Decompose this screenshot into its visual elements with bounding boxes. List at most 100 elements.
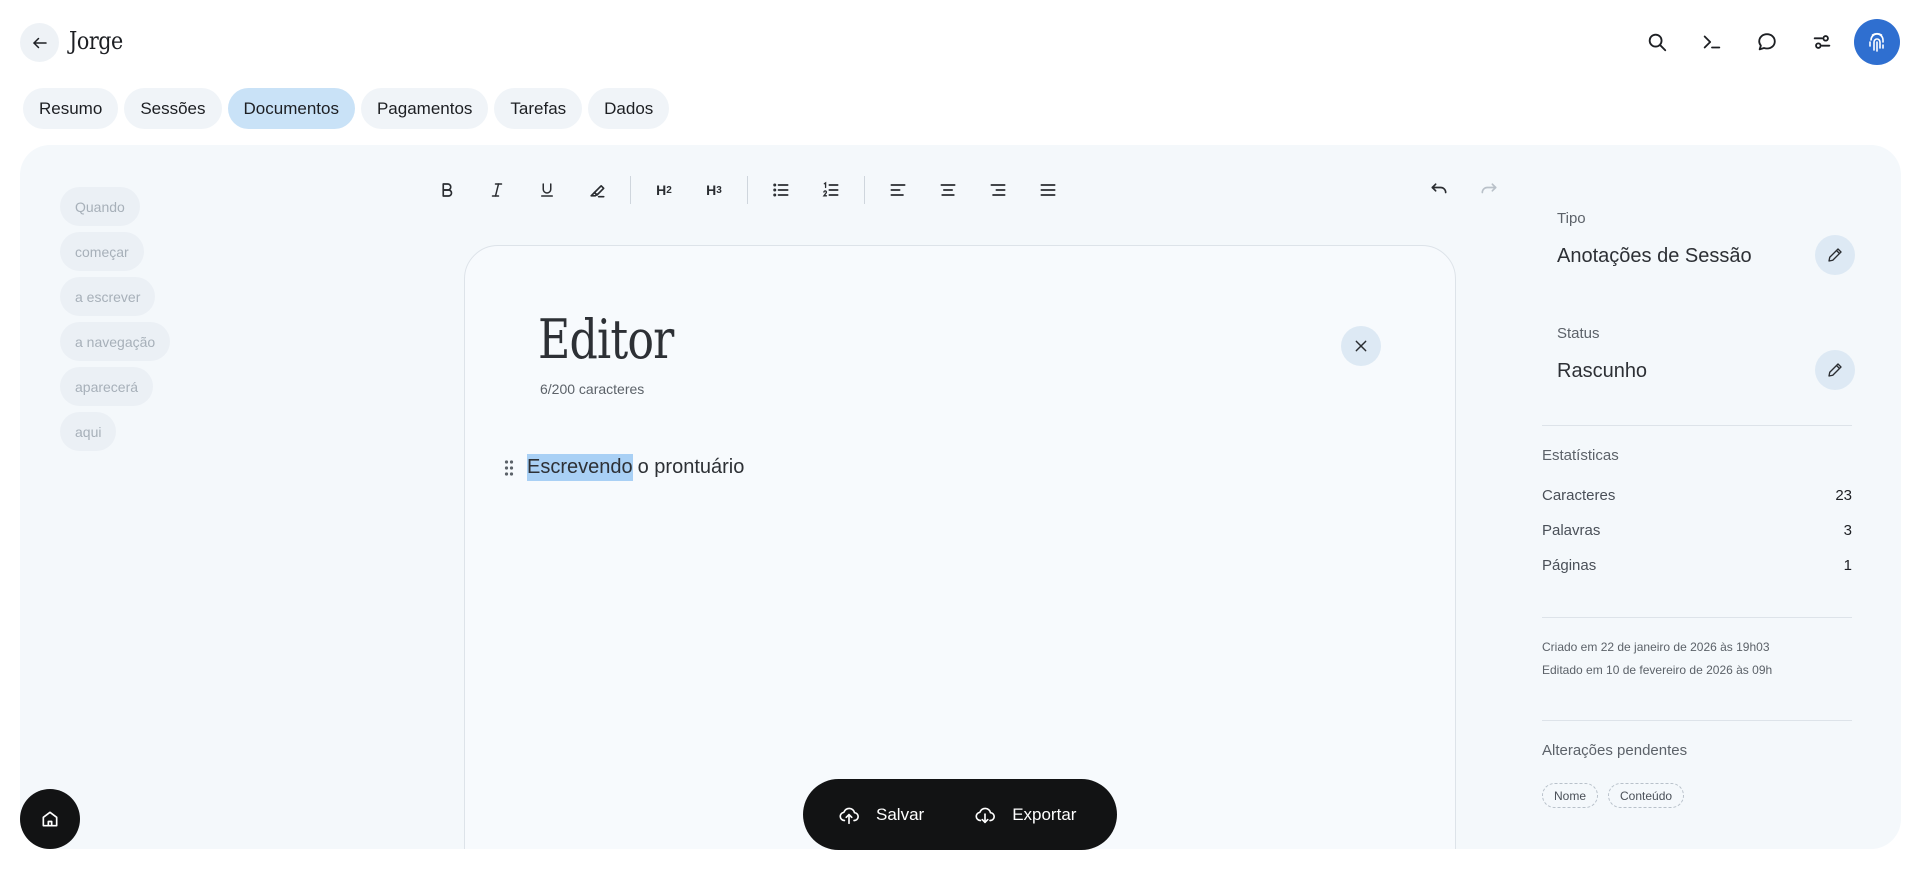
bullet-list-button[interactable] xyxy=(758,167,804,213)
bold-icon xyxy=(442,183,453,197)
align-justify-icon xyxy=(1040,184,1056,196)
tab-sessoes[interactable]: Sessões xyxy=(124,88,222,129)
underline-button[interactable] xyxy=(524,167,570,213)
edited-timestamp: Editado em 10 de fevereiro de 2026 às 09… xyxy=(1542,663,1773,677)
filters-button[interactable] xyxy=(1799,19,1845,65)
drag-handle-icon[interactable] xyxy=(501,456,517,480)
chat-bubble-icon xyxy=(1758,33,1776,51)
statistics-label: Estatísticas xyxy=(1542,447,1619,464)
align-center-icon xyxy=(940,184,956,196)
outline-item[interactable]: começar xyxy=(60,232,144,271)
save-label: Salvar xyxy=(876,804,925,824)
outline-item[interactable]: a escrever xyxy=(60,277,156,316)
created-timestamp: Criado em 22 de janeiro de 2026 às 19h03 xyxy=(1542,640,1770,654)
heading-3-label: H xyxy=(706,182,717,198)
home-button[interactable] xyxy=(20,789,80,849)
redo-button[interactable] xyxy=(1466,167,1512,213)
editor-paragraph[interactable]: Escrevendo o prontuário xyxy=(501,454,744,481)
top-bar: Jorge xyxy=(0,0,1920,86)
align-left-icon xyxy=(890,184,906,196)
document-action-bar: Salvar Exportar xyxy=(803,779,1117,850)
document-title[interactable]: Editor xyxy=(538,308,674,371)
pencil-icon xyxy=(1828,363,1842,377)
section-divider xyxy=(1542,720,1852,721)
numbered-list-button[interactable] xyxy=(808,167,854,213)
close-button[interactable] xyxy=(1341,326,1381,366)
stat-label: Palavras xyxy=(1542,522,1601,539)
undo-icon xyxy=(1431,183,1447,194)
outline-item[interactable]: a navegação xyxy=(60,322,171,361)
sliders-icon xyxy=(1813,35,1831,49)
heading-2-label: H xyxy=(656,182,667,198)
fingerprint-icon xyxy=(1869,32,1884,52)
align-right-button[interactable] xyxy=(975,167,1021,213)
tab-documentos[interactable]: Documentos xyxy=(227,88,355,129)
tab-bar: Resumo Sessões Documentos Pagamentos Tar… xyxy=(23,88,670,129)
title-character-count: 6/200 caracteres xyxy=(540,381,645,397)
back-button[interactable] xyxy=(20,23,59,62)
editor-card: Editor 6/200 caracteres Escrevendo o pro… xyxy=(464,245,1456,849)
stat-row-pages: Páginas 1 xyxy=(1542,557,1852,574)
cloud-download-icon xyxy=(975,807,996,823)
italic-button[interactable] xyxy=(474,167,520,213)
align-left-button[interactable] xyxy=(875,167,921,213)
document-outline: Quando começar a escrever a navegação ap… xyxy=(60,187,171,451)
tab-pagamentos[interactable]: Pagamentos xyxy=(360,88,489,129)
toolbar-divider xyxy=(864,176,865,204)
tab-resumo[interactable]: Resumo xyxy=(23,88,119,129)
top-actions xyxy=(1625,19,1900,65)
undo-button[interactable] xyxy=(1416,167,1462,213)
export-button[interactable]: Exportar xyxy=(974,804,1076,826)
terminal-icon xyxy=(1703,35,1721,49)
bullet-list-icon xyxy=(773,183,789,197)
search-icon xyxy=(1648,33,1667,52)
search-button[interactable] xyxy=(1634,19,1680,65)
pending-changes-label: Alterações pendentes xyxy=(1542,742,1688,759)
stat-label: Caracteres xyxy=(1542,487,1616,504)
heading-2-sub: 2 xyxy=(666,184,672,196)
bold-button[interactable] xyxy=(424,167,470,213)
patient-name: Jorge xyxy=(69,27,123,55)
history-controls xyxy=(1416,167,1516,213)
italic-icon xyxy=(491,183,503,197)
outline-item[interactable]: aparecerá xyxy=(60,367,154,406)
type-value: Anotações de Sessão xyxy=(1557,245,1752,267)
align-center-button[interactable] xyxy=(925,167,971,213)
tab-dados[interactable]: Dados xyxy=(588,88,670,129)
pending-changes-chips: Nome Conteúdo xyxy=(1542,783,1685,808)
stat-row-characters: Caracteres 23 xyxy=(1542,487,1852,504)
heading-3-button[interactable]: H3 xyxy=(691,167,737,213)
close-icon xyxy=(1355,340,1367,352)
status-label: Status xyxy=(1557,325,1600,342)
stat-value: 1 xyxy=(1843,557,1852,574)
stat-value: 3 xyxy=(1843,522,1852,539)
home-icon xyxy=(42,811,58,827)
avatar[interactable] xyxy=(1854,19,1900,65)
edit-type-button[interactable] xyxy=(1815,235,1855,275)
tab-tarefas[interactable]: Tarefas xyxy=(494,88,583,129)
heading-2-button[interactable]: H2 xyxy=(641,167,687,213)
stat-value: 23 xyxy=(1835,487,1852,504)
stat-row-words: Palavras 3 xyxy=(1542,522,1852,539)
paragraph-text[interactable]: o prontuário xyxy=(633,456,745,479)
edit-status-button[interactable] xyxy=(1815,350,1855,390)
type-label: Tipo xyxy=(1557,210,1586,227)
underline-icon xyxy=(541,183,553,197)
terminal-button[interactable] xyxy=(1689,19,1735,65)
document-panel: Quando começar a escrever a navegação ap… xyxy=(20,145,1901,849)
pending-chip: Nome xyxy=(1542,783,1599,808)
highlight-button[interactable] xyxy=(574,167,620,213)
selected-text[interactable]: Escrevendo xyxy=(527,454,633,481)
pencil-icon xyxy=(1828,248,1842,262)
heading-3-sub: 3 xyxy=(716,184,722,196)
outline-item[interactable]: aqui xyxy=(60,412,117,451)
pending-chip: Conteúdo xyxy=(1608,783,1685,808)
chat-button[interactable] xyxy=(1744,19,1790,65)
align-right-icon xyxy=(990,184,1006,196)
highlighter-icon xyxy=(590,185,605,198)
outline-item[interactable]: Quando xyxy=(60,187,140,226)
save-button[interactable]: Salvar xyxy=(838,804,924,826)
align-justify-button[interactable] xyxy=(1025,167,1071,213)
section-divider xyxy=(1542,617,1852,618)
section-divider xyxy=(1542,425,1852,426)
